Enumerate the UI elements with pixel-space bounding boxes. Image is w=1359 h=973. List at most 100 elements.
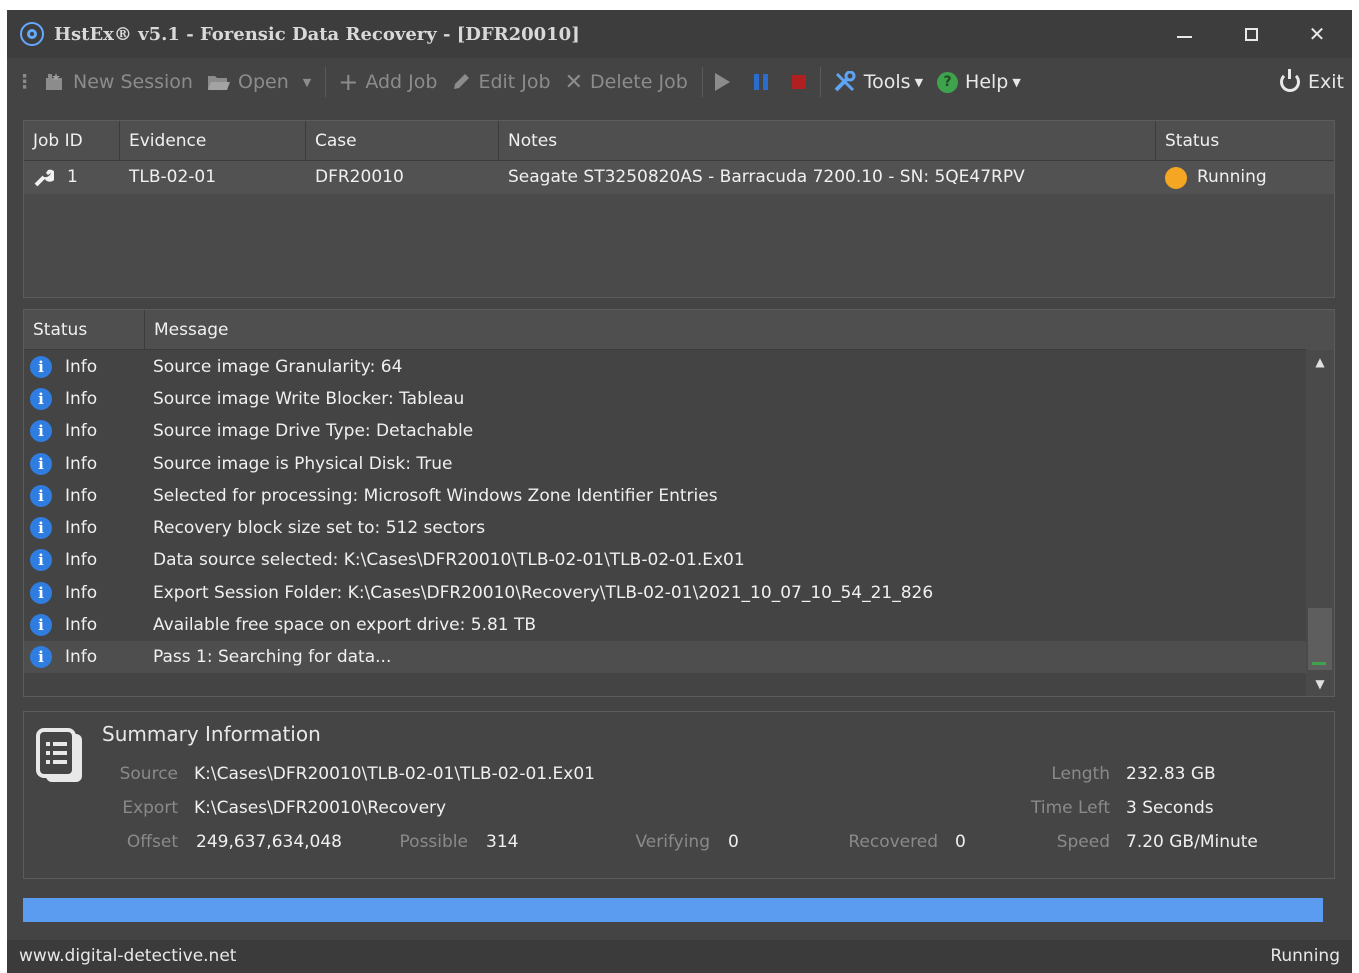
minimize-button[interactable] [1154, 10, 1214, 58]
log-row[interactable]: i Info Data source selected: K:\Cases\DF… [24, 544, 1306, 576]
help-icon: ? [937, 71, 959, 93]
log-status: Info [65, 486, 98, 506]
progress-bar-fill [23, 898, 1323, 922]
possible-label: Possible [399, 832, 468, 852]
tools-icon [833, 71, 857, 93]
log-status: Info [65, 550, 98, 570]
status-cell: Running [1197, 167, 1267, 187]
app-window: HstEx® v5.1 - Forensic Data Recovery - [… [7, 10, 1352, 973]
help-label: Help [965, 71, 1009, 93]
info-icon: i [30, 517, 52, 539]
log-grid-header: Status Message [24, 310, 1306, 350]
tools-label: Tools [863, 71, 911, 93]
status-bar: www.digital-detective.net Running [7, 940, 1352, 973]
toolbar-separator [325, 67, 327, 97]
log-row[interactable]: i Info Source image Granularity: 64 [24, 351, 1306, 383]
info-icon: i [30, 646, 52, 668]
power-icon [1280, 69, 1301, 92]
export-label: Export [122, 798, 178, 818]
log-row[interactable]: i Info Available free space on export dr… [24, 609, 1306, 641]
log-status: Info [65, 454, 98, 474]
tools-dropdown-icon: ▼ [914, 75, 924, 89]
toolbar: ⋮ New Session Open ▼ + Add Job Edit Job [7, 58, 1352, 106]
log-status: Info [65, 615, 98, 635]
log-row[interactable]: i Info Recovery block size set to: 512 s… [24, 512, 1306, 544]
column-header-status[interactable]: Status [24, 310, 145, 350]
column-header-job-id[interactable]: Job ID [24, 121, 120, 161]
help-dropdown-icon: ▼ [1012, 75, 1021, 89]
log-message: Source image Write Blocker: Tableau [153, 389, 465, 409]
verifying-value: 0 [728, 832, 739, 852]
log-message: Recovery block size set to: 512 sectors [153, 518, 486, 538]
info-icon: i [30, 388, 52, 410]
log-row[interactable]: i Info Export Session Folder: K:\Cases\D… [24, 577, 1306, 609]
info-icon: i [30, 453, 52, 475]
log-row[interactable]: i Info Source image is Physical Disk: Tr… [24, 448, 1306, 480]
website-link[interactable]: www.digital-detective.net [19, 940, 236, 973]
add-job-label: Add Job [365, 71, 438, 93]
source-label: Source [119, 764, 178, 784]
progress-bar [23, 898, 1323, 922]
offset-label: Offset [126, 832, 178, 852]
log-message: Export Session Folder: K:\Cases\DFR20010… [153, 583, 934, 603]
log-row[interactable]: i Info Source image Write Blocker: Table… [24, 383, 1306, 415]
exit-label: Exit [1308, 71, 1344, 93]
close-icon: ✕ [1308, 22, 1326, 46]
info-icon: i [30, 356, 52, 378]
maximize-button[interactable] [1221, 10, 1281, 58]
summary-panel: Summary Information Source K:\Cases\DFR2… [23, 711, 1335, 879]
toolbar-grip[interactable]: ⋮ [15, 71, 34, 93]
new-session-button[interactable]: New Session [44, 71, 193, 93]
stop-button[interactable] [791, 75, 806, 89]
plus-icon: + [338, 68, 359, 96]
recovered-value: 0 [955, 832, 966, 852]
evidence-cell: TLB-02-01 [129, 167, 217, 187]
speed-value: 7.20 GB/Minute [1126, 832, 1258, 852]
speed-label: Speed [1056, 832, 1110, 852]
log-row[interactable]: i Info Source image Drive Type: Detachab… [24, 415, 1306, 447]
pause-icon [753, 74, 768, 90]
edit-job-button[interactable]: Edit Job [451, 71, 551, 93]
open-label: Open [237, 71, 289, 93]
tools-menu[interactable]: Tools ▼ [833, 71, 923, 93]
log-row-selected[interactable]: i Info Pass 1: Searching for data... [24, 641, 1306, 673]
edit-job-label: Edit Job [478, 71, 551, 93]
add-job-button[interactable]: + Add Job [338, 68, 437, 96]
scrollbar-thumb[interactable] [1308, 608, 1332, 670]
pencil-icon [451, 72, 471, 92]
running-status-icon [1165, 167, 1187, 189]
job-grid-header: Job ID Evidence Case Notes Status [24, 121, 1334, 161]
exit-button[interactable]: Exit [1280, 58, 1344, 106]
scroll-down-icon[interactable]: ▼ [1306, 672, 1334, 696]
log-message: Source image is Physical Disk: True [153, 454, 453, 474]
log-status: Info [65, 518, 98, 538]
log-message: Pass 1: Searching for data... [153, 647, 392, 667]
log-status: Info [65, 421, 98, 441]
length-label: Length [1051, 764, 1110, 784]
log-message: Available free space on export drive: 5.… [153, 615, 537, 635]
log-row[interactable]: i Info Selected for processing: Microsof… [24, 480, 1306, 512]
job-row[interactable]: 1 TLB-02-01 DFR20010 Seagate ST3250820AS… [24, 161, 1334, 194]
column-header-status[interactable]: Status [1156, 121, 1334, 161]
toolbar-separator [701, 67, 703, 97]
open-button[interactable]: Open ▼ [207, 71, 311, 93]
log-scrollbar[interactable]: ▲ ▼ [1306, 350, 1334, 696]
open-dropdown-icon[interactable]: ▼ [303, 76, 311, 89]
document-list-icon [36, 728, 86, 786]
column-header-message[interactable]: Message [145, 310, 1306, 350]
scrollbar-marker [1312, 662, 1326, 665]
start-button[interactable] [714, 73, 730, 91]
log-message: Source image Granularity: 64 [153, 357, 403, 377]
column-header-evidence[interactable]: Evidence [120, 121, 306, 161]
pause-button[interactable] [753, 74, 768, 90]
scroll-up-icon[interactable]: ▲ [1306, 350, 1334, 374]
delete-job-button[interactable]: ✕ Delete Job [565, 70, 688, 95]
possible-value: 314 [486, 832, 519, 852]
wrench-icon [34, 167, 56, 187]
log-message: Selected for processing: Microsoft Windo… [153, 486, 718, 506]
column-header-notes[interactable]: Notes [499, 121, 1156, 161]
help-menu[interactable]: ? Help ▼ [937, 71, 1021, 93]
column-header-case[interactable]: Case [306, 121, 499, 161]
close-button[interactable]: ✕ [1287, 10, 1347, 58]
info-icon: i [30, 420, 52, 442]
